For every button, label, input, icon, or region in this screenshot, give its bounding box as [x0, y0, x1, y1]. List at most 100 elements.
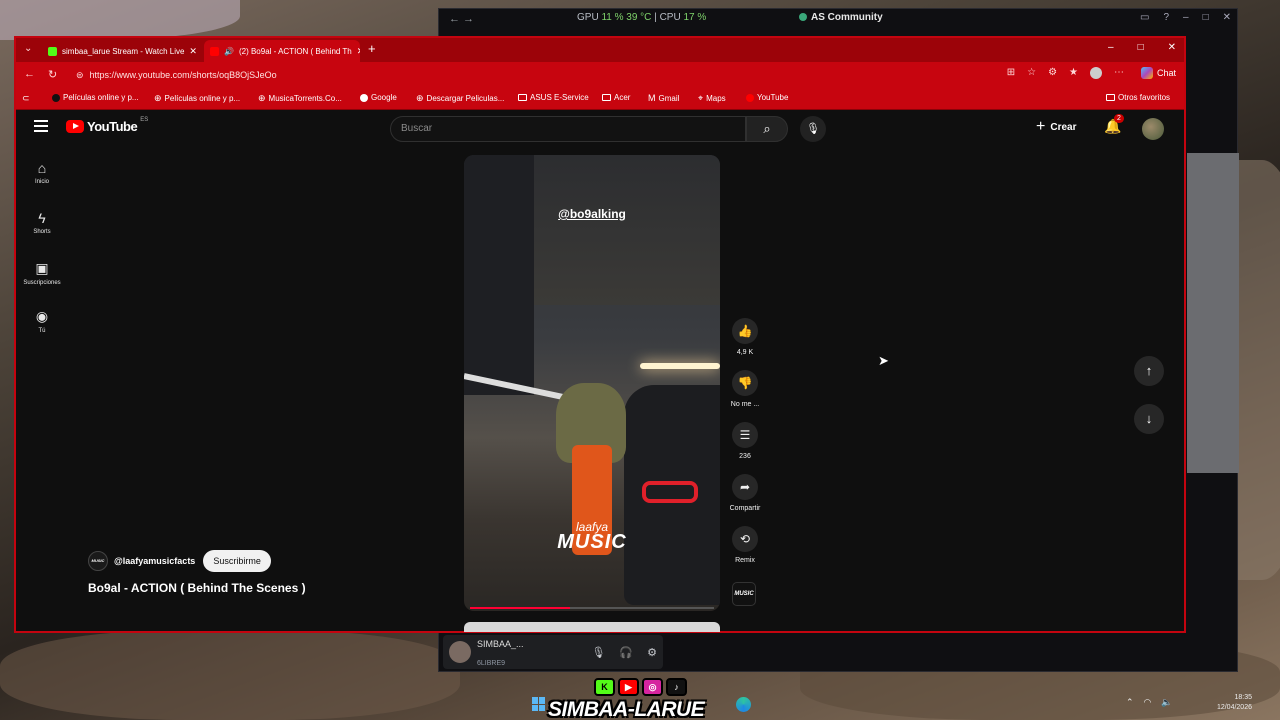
video-progress-fill [470, 607, 571, 609]
bookmark-item[interactable]: ⊕ MusicaTorrents.Co... [258, 93, 342, 104]
video-progress-bar[interactable] [470, 607, 714, 609]
folder-icon [518, 94, 527, 101]
volume-icon[interactable]: 🔈 [1161, 697, 1172, 708]
favorite-star-icon[interactable]: ☆ [1027, 67, 1036, 79]
search-input[interactable]: Buscar [390, 116, 746, 142]
close-icon[interactable]: ✕ [1168, 42, 1176, 53]
bookmark-item[interactable]: ASUS E-Service [518, 93, 589, 102]
profile-avatar-icon[interactable] [1090, 67, 1102, 79]
sidebar-item-tu[interactable]: ◉ Tú [16, 308, 68, 334]
other-favorites[interactable]: Otros favoritos [1106, 93, 1170, 102]
sidebar-item-inicio[interactable]: ⌂ Inicio [16, 160, 68, 185]
chevron-up-icon[interactable]: ⌃ [1126, 697, 1134, 708]
site-info-icon[interactable]: ⊜ [76, 70, 84, 81]
headphones-icon[interactable]: 🎧 [619, 646, 633, 659]
edge-taskbar-icon[interactable] [736, 697, 751, 712]
favorites-icon[interactable]: ★ [1069, 67, 1078, 79]
microphone-icon[interactable]: 🎙 [591, 646, 605, 659]
remix-button[interactable]: ⟲ Remix [726, 526, 764, 564]
next-short-preview[interactable] [464, 622, 720, 632]
back-nav-arrows-icon[interactable]: ← → [449, 13, 474, 25]
apps-icon[interactable]: ⊞ [1007, 67, 1015, 79]
minimize-icon[interactable]: – [1108, 42, 1114, 53]
copilot-chat-button[interactable]: Chat [1140, 67, 1176, 79]
more-menu-icon[interactable]: ⋯ [1114, 67, 1124, 79]
notifications-bell-icon[interactable]: 🔔 2 [1104, 114, 1124, 135]
minimize-icon[interactable]: – [1183, 12, 1189, 23]
comments-button[interactable]: ☰ 236 [726, 422, 764, 460]
user-avatar[interactable] [1142, 118, 1164, 140]
extensions-icon[interactable]: ⚙ [1048, 67, 1057, 79]
bookmark-item[interactable]: Google [360, 93, 397, 102]
chat-label: Chat [1156, 68, 1176, 78]
share-button[interactable]: ➦ Compartir [726, 474, 764, 512]
back-window-controls: ▭ ? – □ ✕ [1140, 12, 1231, 23]
remix-label: Remix [735, 557, 755, 564]
tab-list-chevron-icon[interactable]: ⌄ [24, 43, 32, 54]
settings-gear-icon[interactable]: ⚙ [647, 646, 657, 659]
tab-bar: ⌄ simbaa_larue Stream - Watch Live ✕ 🔊 (… [16, 38, 1184, 62]
youtube-play-icon [66, 120, 84, 133]
bookmark-item[interactable]: Acer [602, 93, 630, 102]
video-title[interactable]: Bo9al - ACTION ( Behind The Scenes ) [88, 581, 306, 595]
youtube-icon: ▶ [618, 678, 639, 696]
discord-avatar[interactable] [449, 641, 471, 663]
discord-user-panel[interactable]: SIMBAA_... 6LIBRE9 🎙 🎧 ⚙ [443, 635, 663, 669]
create-button[interactable]: + Crear [1036, 118, 1076, 136]
subscribe-button[interactable]: Suscribirme [203, 550, 271, 572]
country-code: ES [140, 116, 149, 123]
youtube-wordmark: YouTube [87, 119, 138, 134]
bookmark-item[interactable]: ⊕ Películas online y p... [154, 93, 240, 104]
speaker-icon[interactable]: 🔊 [224, 47, 234, 56]
next-short-button[interactable]: ↓ [1134, 404, 1164, 434]
youtube-favicon-icon [210, 46, 219, 56]
bookmark-item[interactable]: ⌖ Maps [698, 93, 726, 104]
share-label: Compartir [729, 505, 761, 512]
tab-youtube-short[interactable]: 🔊 (2) Bo9al - ACTION ( Behind Th ✕ [204, 40, 360, 62]
bookmark-item[interactable]: ⊕ Descargar Peliculas... [416, 93, 504, 104]
video-watermark: MUSIC [557, 531, 627, 553]
tab-kick-stream[interactable]: simbaa_larue Stream - Watch Live ✕ [42, 40, 202, 62]
maximize-icon[interactable]: □ [1138, 42, 1144, 53]
tiktok-icon: ♪ [666, 678, 687, 696]
channel-handle[interactable]: @laafyamusicfacts [114, 556, 195, 566]
menu-hamburger-icon[interactable] [34, 120, 48, 132]
sound-channel-thumbnail[interactable]: MUSIC [732, 582, 756, 606]
search-icon: ⌕ [763, 121, 771, 136]
tab-close-icon[interactable]: ✕ [357, 46, 360, 57]
youtube-logo[interactable]: YouTube ES [66, 116, 149, 134]
discord-status: 6LIBRE9 [477, 660, 506, 667]
like-button[interactable]: 👍 4,9 K [726, 318, 764, 356]
maximize-icon[interactable]: □ [1203, 12, 1209, 23]
back-window-titlebar: ← → GPU 11 % 39 °C | CPU 17 % AS Communi… [439, 9, 1237, 31]
bookmark-item[interactable]: Películas online y p... [52, 93, 139, 102]
channel-avatar[interactable]: MUSIC [88, 551, 108, 571]
bookmark-toggle-icon[interactable]: ⊂ [22, 93, 30, 104]
gpu-value: 11 % 39 °C [601, 12, 652, 23]
url-field[interactable]: ⊜ https://www.youtube.com/shorts/oqB8OjS… [72, 66, 1002, 84]
bookmark-item[interactable]: YouTube [746, 93, 788, 102]
share-arrow-icon: ➦ [732, 474, 758, 500]
inbox-icon[interactable]: ▭ [1140, 12, 1149, 23]
tab-close-icon[interactable]: ✕ [189, 46, 197, 57]
taskbar-clock[interactable]: 18:35 12/04/2026 [1206, 693, 1252, 713]
close-icon[interactable]: ✕ [1223, 12, 1231, 23]
arrow-down-icon: ↓ [1145, 411, 1153, 426]
video-scene [534, 155, 720, 305]
help-icon[interactable]: ? [1163, 12, 1169, 23]
sidebar-item-suscripciones[interactable]: ▣ Suscripciones [16, 260, 68, 286]
refresh-icon[interactable]: ↻ [48, 68, 57, 81]
back-arrow-icon[interactable]: ← [24, 68, 35, 80]
dislike-button[interactable]: 👎 No me ... [726, 370, 764, 408]
bookmark-item[interactable]: M Gmail [648, 93, 679, 103]
search-button[interactable]: ⌕ [746, 116, 788, 142]
cpu-label: CPU [659, 12, 681, 23]
previous-short-button[interactable]: ↑ [1134, 356, 1164, 386]
wifi-icon[interactable]: ◠ [1144, 697, 1152, 708]
voice-search-button[interactable]: 🎙 [800, 116, 826, 142]
sidebar-item-shorts[interactable]: ϟ Shorts [16, 210, 68, 235]
shorts-video-player[interactable]: @bo9alking laafya MUSIC [464, 155, 720, 611]
social-icons: K ▶ ◎ ♪ [594, 678, 687, 696]
globe-icon: ⊕ [154, 93, 162, 103]
new-tab-plus-icon[interactable]: + [368, 41, 376, 56]
